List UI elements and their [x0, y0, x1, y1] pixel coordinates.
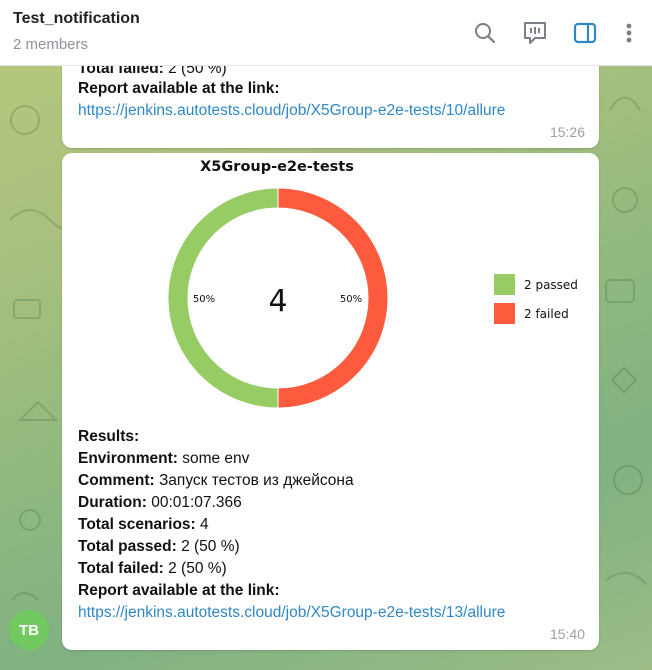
- donut-slice-failed: [277, 187, 389, 409]
- total-failed-label: Total failed:: [78, 560, 164, 577]
- failed-percent-label: 50%: [340, 294, 362, 305]
- message-bubble[interactable]: X5Group-e2e-tests 4 50% 50% 2 passed 2 f…: [62, 153, 599, 650]
- total-scenarios-label: Total scenarios:: [78, 516, 196, 533]
- legend-swatch-passed: [494, 274, 515, 295]
- topic-icon[interactable]: [522, 20, 548, 46]
- more-icon[interactable]: [616, 20, 642, 46]
- legend-swatch-failed: [494, 303, 515, 324]
- total-failed-value: 2 (50 %): [163, 560, 227, 577]
- report-link[interactable]: https://jenkins.autotests.cloud/job/X5Gr…: [78, 102, 505, 120]
- results-donut-chart: 4 50% 50% 2 passed 2 failed: [167, 187, 578, 409]
- passed-percent-label: 50%: [193, 294, 215, 305]
- duration-label: Duration:: [78, 494, 147, 511]
- sidebar-toggle-icon[interactable]: [572, 20, 598, 46]
- chat-title[interactable]: Test_notification: [13, 10, 140, 28]
- message-time: 15:26: [549, 124, 585, 140]
- environment-value: some env: [177, 450, 250, 467]
- duration-value: 00:01:07.366: [146, 494, 242, 511]
- chat-header: Test_notification 2 members: [0, 0, 652, 66]
- legend-passed: 2 passed: [524, 278, 578, 292]
- results-label: Results:: [78, 428, 140, 445]
- total-scenarios-line: Total scenarios: 4: [78, 516, 209, 534]
- total-passed-value: 2 (50 %): [176, 538, 240, 555]
- comment-value: Запуск тестов из джейсона: [154, 472, 354, 489]
- message-time: 15:40: [549, 626, 585, 642]
- donut-slice-passed: [167, 187, 279, 409]
- report-label: Report available at the link:: [78, 582, 280, 599]
- duration-line: Duration: 00:01:07.366: [78, 494, 242, 512]
- comment-line: Comment: Запуск тестов из джейсона: [78, 472, 354, 490]
- report-label: Report available at the link:: [78, 80, 280, 97]
- chart-center-label: 4: [268, 284, 287, 319]
- member-count: 2 members: [13, 36, 89, 53]
- total-passed-label: Total passed:: [78, 538, 177, 555]
- total-scenarios-value: 4: [195, 516, 209, 533]
- legend-failed: 2 failed: [524, 307, 569, 321]
- environment-line: Environment: some env: [78, 450, 249, 468]
- total-passed-line: Total passed: 2 (50 %): [78, 538, 240, 556]
- environment-label: Environment:: [78, 450, 178, 467]
- comment-label: Comment:: [78, 472, 155, 489]
- search-icon[interactable]: [472, 20, 498, 46]
- report-link[interactable]: https://jenkins.autotests.cloud/job/X5Gr…: [78, 604, 505, 622]
- total-failed-line: Total failed: 2 (50 %): [78, 560, 227, 578]
- avatar[interactable]: TB: [9, 610, 49, 650]
